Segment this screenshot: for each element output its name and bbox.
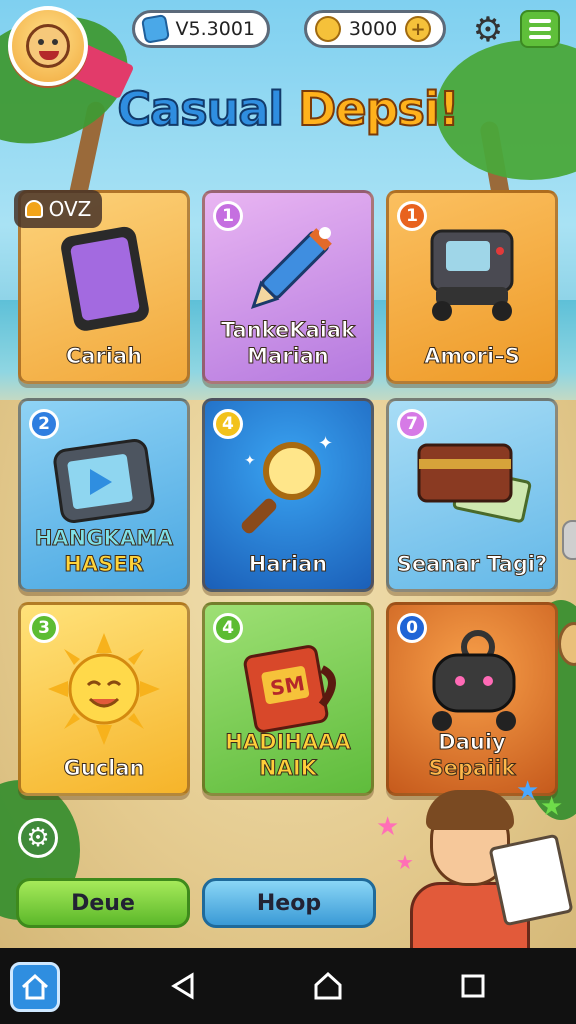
tile-guclan[interactable]: 3 Guclan (18, 602, 190, 796)
tile-hadihaaa[interactable]: 4 SM HADIHAAA NAIK (202, 602, 374, 796)
tile-title: HADIHAAA (225, 730, 351, 755)
coin-balance[interactable]: 3000 + (304, 10, 446, 48)
tile-title: Dauiy (438, 730, 506, 755)
notification-badge[interactable]: OVZ (14, 190, 102, 228)
svg-text:✦: ✦ (318, 433, 333, 454)
pencil-icon (250, 227, 332, 310)
star-icon: ★ (376, 812, 400, 842)
tile-title: TankeKaiak (220, 318, 356, 343)
tile-label: Amori–S (389, 343, 555, 369)
logo-face (26, 24, 70, 68)
gem-icon (140, 14, 170, 44)
camera-robot-icon (432, 630, 516, 731)
title-part-2: Depsi! (297, 81, 460, 137)
wallet-icon (417, 443, 532, 523)
deue-button[interactable]: Deue (16, 878, 190, 928)
gear-icon[interactable]: ⚙ (18, 818, 58, 858)
magnifier-icon: ✦ ✦ (241, 433, 333, 534)
game-logo-icon[interactable] (8, 6, 88, 86)
tile-title: Seanar Tagi? (396, 552, 548, 577)
title-part-1: Casual (116, 81, 299, 137)
heop-button[interactable]: Heop (202, 878, 376, 928)
hamburger-menu-icon[interactable] (520, 10, 560, 48)
game-title: Casual Depsi! (0, 81, 576, 137)
coin-icon (315, 16, 341, 42)
tile-dauiy[interactable]: 0 Dauiy Sepaiik (386, 602, 558, 796)
system-navigation-bar (0, 948, 576, 1024)
tile-harian[interactable]: 4 ✦ ✦ Harian (202, 398, 374, 592)
mug-icon: SM (243, 645, 336, 733)
tile-title: Guclan (63, 756, 145, 781)
character-boy (400, 790, 574, 952)
tile-label: Guclan (21, 755, 187, 781)
home-app-icon[interactable] (10, 962, 60, 1012)
add-coins-icon[interactable]: + (405, 16, 431, 42)
tile-label: Seanar Tagi? (389, 551, 555, 577)
gear-icon[interactable]: ⚙ (470, 10, 506, 50)
coin-amount: 3000 (348, 18, 398, 40)
home-icon[interactable] (308, 966, 348, 1006)
tile-title: Harian (248, 552, 328, 577)
scroll-handle[interactable] (562, 520, 576, 560)
tile-label: Dauiy Sepaiik (389, 729, 555, 781)
tile-amori[interactable]: 1 Amori–S (386, 190, 558, 384)
bell-icon (24, 200, 43, 218)
sun-icon (48, 633, 160, 745)
tile-title: HANGKAMA (34, 526, 174, 551)
character-hair (426, 790, 514, 830)
tile-seanar[interactable]: 7 Seanar Tagi? (386, 398, 558, 592)
book-icon (488, 833, 574, 927)
tile-label: Harian (205, 551, 371, 577)
tile-subtitle: NAIK (259, 756, 318, 781)
version-pill[interactable]: V5.3001 (132, 10, 270, 48)
video-player-icon (53, 439, 155, 523)
tile-hangkama[interactable]: 2 HANGKAMA HASER (18, 398, 190, 592)
recents-icon[interactable] (453, 966, 493, 1006)
tile-title: Cariah (65, 344, 143, 369)
tile-subtitle: HASER (64, 552, 144, 577)
back-icon[interactable] (163, 966, 203, 1006)
tile-label: HANGKAMA HASER (21, 525, 187, 577)
tile-tankekaiak[interactable]: 1 TankeKaiak Marian (202, 190, 374, 384)
robot-icon (430, 229, 514, 321)
tile-label: Cariah (21, 343, 187, 369)
badge-label: OVZ (48, 197, 92, 221)
svg-text:✦: ✦ (244, 453, 256, 469)
tile-label: HADIHAAA NAIK (205, 729, 371, 781)
tile-title: Amori–S (424, 344, 521, 369)
tablet-icon (61, 226, 149, 331)
version-text: V5.3001 (175, 18, 255, 40)
tile-subtitle: Marian (247, 344, 330, 369)
tile-label: TankeKaiak Marian (205, 317, 371, 369)
